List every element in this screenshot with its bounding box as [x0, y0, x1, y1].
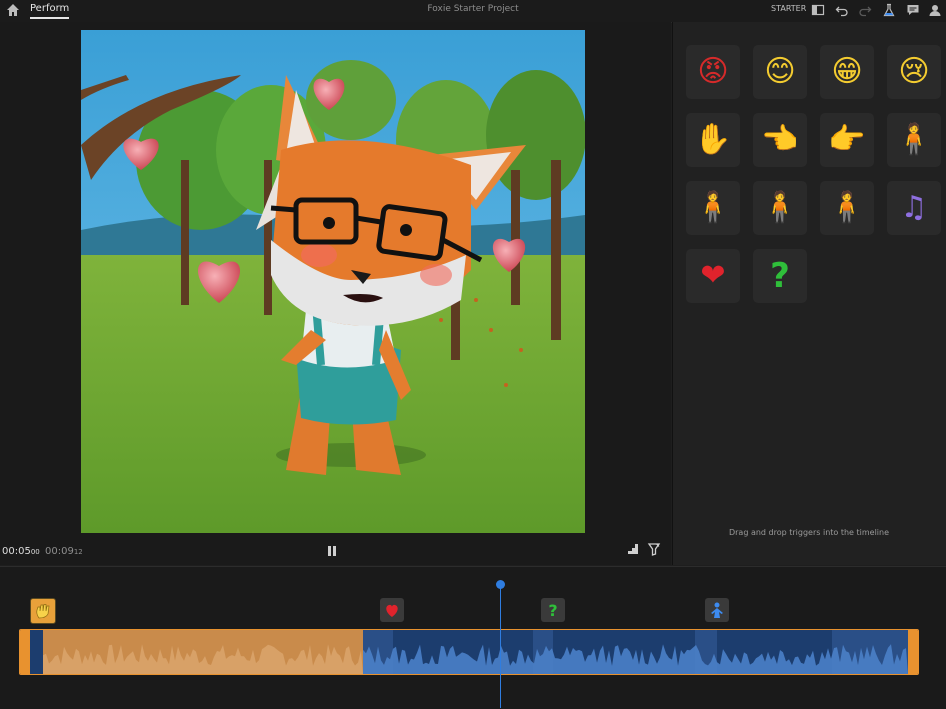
blushing-face-icon: 😊: [764, 54, 796, 89]
svg-text:?: ?: [548, 601, 557, 619]
music-note-icon: ♫: [900, 190, 928, 225]
wave-hand-icon: ✋: [694, 122, 732, 157]
marker-heart[interactable]: [380, 598, 404, 622]
heart-icon: ❤: [700, 258, 726, 293]
pose-shrug-icon: 🧍: [761, 190, 799, 225]
pose-arms-out-icon: 🧍: [895, 122, 933, 157]
character-scene: [81, 30, 585, 533]
trigger-tile[interactable]: 👉: [820, 113, 874, 167]
trigger-tile[interactable]: ✋: [686, 113, 740, 167]
pose-icon: [711, 602, 723, 618]
trigger-tile[interactable]: ?: [753, 249, 807, 303]
trigger-tile[interactable]: 😁: [820, 45, 874, 99]
smiling-face-icon: 😁: [831, 54, 863, 89]
total-time: 00:0912: [45, 546, 83, 557]
audio-waveform: [20, 630, 918, 674]
layout-icon[interactable]: [811, 3, 825, 17]
marker-question[interactable]: ?: [541, 598, 565, 622]
pose-arms-down-icon: 🧍: [828, 190, 866, 225]
trigger-tile[interactable]: 🧍: [753, 181, 807, 235]
playhead-handle[interactable]: [496, 580, 505, 589]
marker-pose[interactable]: [705, 598, 729, 622]
question-mark-icon: ?: [770, 256, 790, 296]
angry-face-icon: 😡: [697, 54, 729, 89]
filter-icon[interactable]: [647, 542, 661, 556]
sad-face-icon: 😢: [898, 54, 930, 89]
undo-icon[interactable]: [835, 3, 849, 17]
question-mark-icon: ?: [548, 601, 557, 619]
trigger-tile[interactable]: 😡: [686, 45, 740, 99]
trigger-tile[interactable]: 😊: [753, 45, 807, 99]
chat-icon[interactable]: [906, 3, 920, 17]
trigger-tile[interactable]: ♫: [887, 181, 941, 235]
trigger-tile[interactable]: ❤: [686, 249, 740, 303]
panel-hint: Drag and drop triggers into the timeline: [728, 528, 890, 537]
stairs-icon[interactable]: [627, 543, 639, 555]
redo-icon[interactable]: [858, 3, 872, 17]
trigger-tile[interactable]: 🧍: [686, 181, 740, 235]
wave-hand-icon: [36, 604, 50, 619]
current-time: 00:0500: [2, 546, 40, 557]
trigger-tile[interactable]: 😢: [887, 45, 941, 99]
point-left-icon: 👈: [761, 122, 799, 157]
trigger-tile[interactable]: 👈: [753, 113, 807, 167]
audio-track[interactable]: [19, 629, 919, 675]
trigger-tile[interactable]: 🧍: [887, 113, 941, 167]
flask-icon[interactable]: [882, 3, 896, 17]
pose-hands-hips-icon: 🧍: [694, 190, 732, 225]
trigger-tile[interactable]: 🧍: [820, 181, 874, 235]
marker-wave[interactable]: [30, 598, 56, 624]
starter-badge[interactable]: STARTER: [771, 4, 806, 13]
playhead-line[interactable]: [500, 588, 501, 708]
point-right-icon: 👉: [828, 122, 866, 157]
pause-button[interactable]: [327, 545, 337, 557]
profile-icon[interactable]: [928, 3, 942, 17]
heart-icon: [386, 604, 398, 617]
